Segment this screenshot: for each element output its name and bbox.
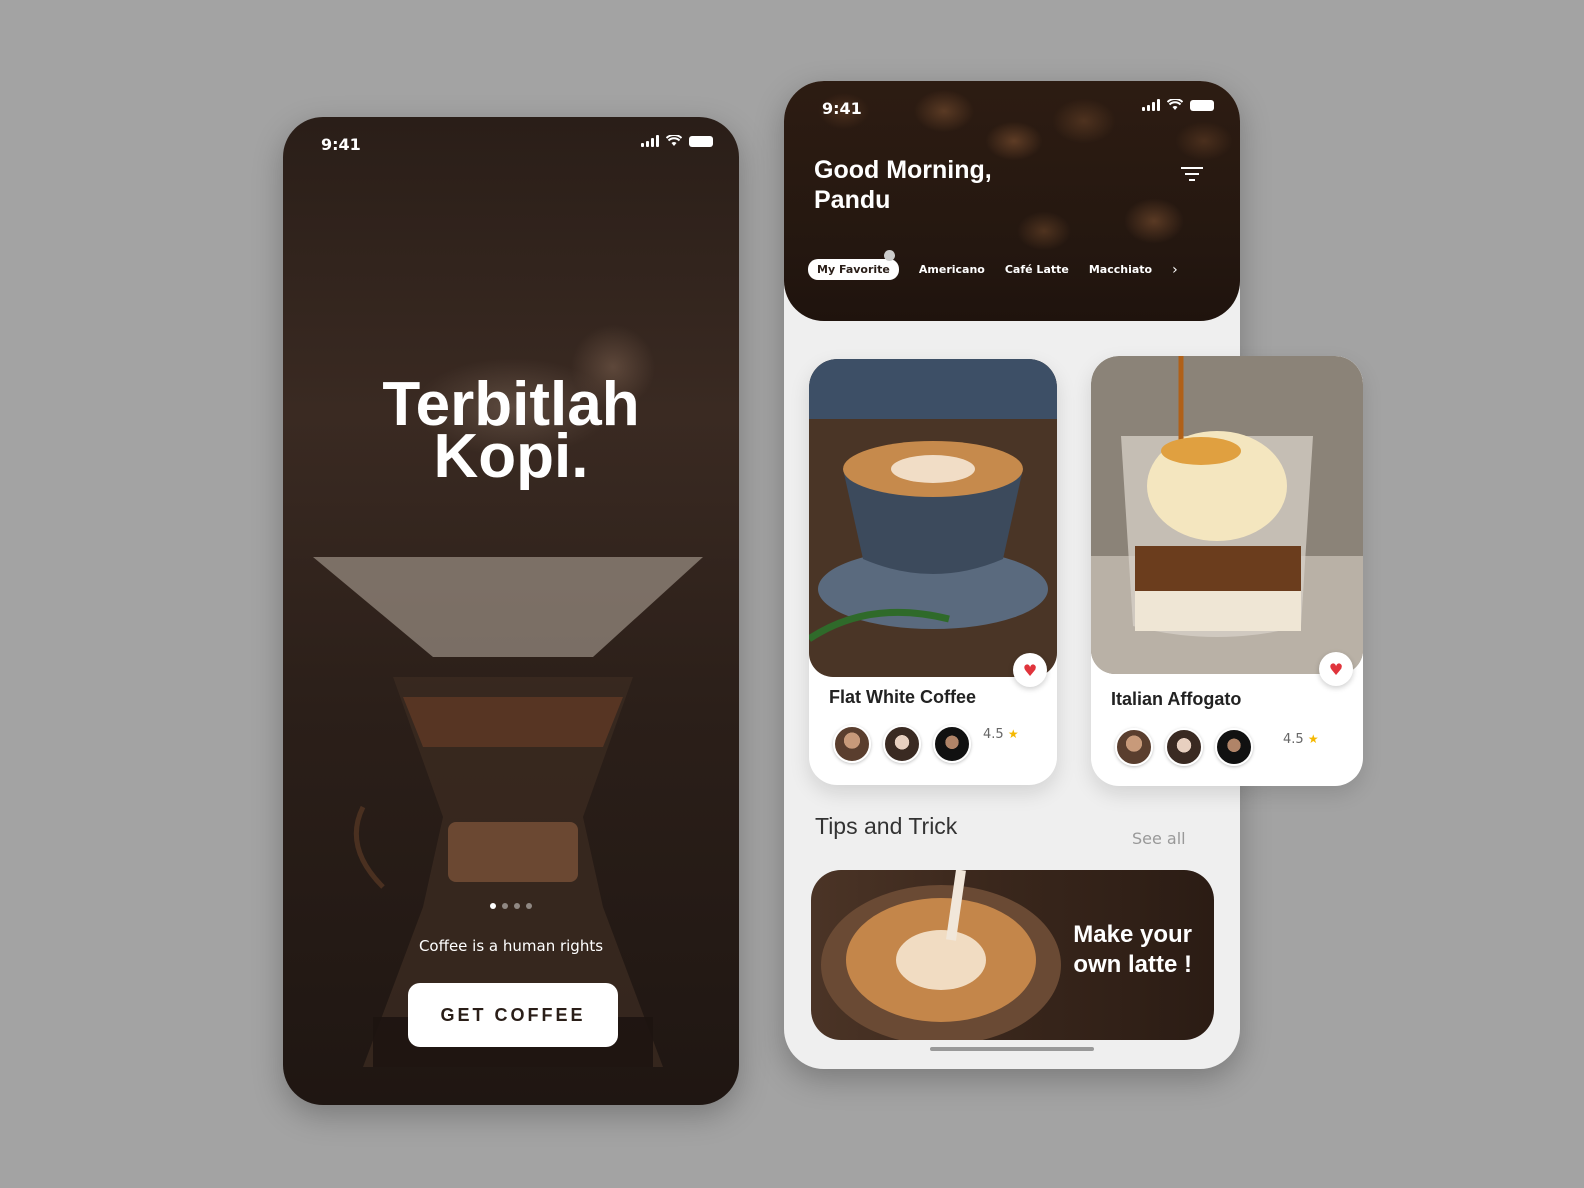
splash-screen: 9:41 Terbitlah Kopi. Coffee is a human r… xyxy=(283,117,739,1105)
signal-icon xyxy=(641,135,659,147)
product-card[interactable]: ♥ Italian Affogato 4.5 ★ xyxy=(1091,356,1363,786)
product-name: Flat White Coffee xyxy=(829,687,976,707)
battery-icon xyxy=(1190,99,1214,111)
tagline: Coffee is a human rights xyxy=(418,937,604,955)
status-icons xyxy=(1142,99,1214,111)
greeting-name: Pandu xyxy=(814,186,891,214)
wifi-icon xyxy=(666,135,682,146)
category-tabs: My Favorite Americano Café Latte Macchia… xyxy=(808,250,1178,280)
status-time: 9:41 xyxy=(321,135,361,154)
tab-macchiato[interactable]: Macchiato xyxy=(1089,263,1152,276)
star-icon: ★ xyxy=(1307,732,1319,746)
home-indicator xyxy=(930,1047,1094,1051)
rating: 4.5 ★ xyxy=(983,727,1019,742)
page-dot[interactable] xyxy=(514,903,520,909)
status-bar: 9:41 xyxy=(283,117,739,173)
home-header: 9:41 Good Morning, Pandu My Favorite Ame… xyxy=(784,81,1240,321)
product-card[interactable]: ♥ Flat White Coffee 4.5 ★ xyxy=(809,359,1057,785)
affogato-image xyxy=(1091,356,1363,674)
status-bar: 9:41 xyxy=(784,81,1240,137)
tab-label: My Favorite xyxy=(817,263,890,276)
tab-cafe-latte[interactable]: Café Latte xyxy=(1005,263,1069,276)
reviewer-avatars xyxy=(833,725,971,763)
chevron-right-icon[interactable]: › xyxy=(1172,262,1178,278)
wifi-icon xyxy=(1167,99,1183,110)
tip-caption-line1: Make your xyxy=(1073,921,1192,948)
rating-value: 4.5 xyxy=(1283,732,1304,747)
tab-badge xyxy=(883,250,895,261)
reviewer-avatars xyxy=(1115,728,1253,766)
avatar xyxy=(1215,728,1253,766)
tips-section-title: Tips and Trick xyxy=(815,813,958,839)
avatar xyxy=(1165,728,1203,766)
latte-art-image xyxy=(821,870,1061,1040)
hero-title: Terbitlah Kopi. xyxy=(283,374,739,491)
rating-value: 4.5 xyxy=(983,727,1004,742)
avatar xyxy=(883,725,921,763)
page-dot[interactable] xyxy=(526,903,532,909)
see-all-link[interactable]: See all xyxy=(1132,829,1186,848)
heart-icon[interactable]: ♥ xyxy=(1319,652,1353,686)
avatar xyxy=(1115,728,1153,766)
tip-caption: Make your own latte ! xyxy=(1073,920,1192,980)
status-icons xyxy=(641,135,713,147)
get-coffee-button[interactable]: GET COFFEE xyxy=(408,983,618,1047)
pagination-dots xyxy=(283,903,739,909)
hero-title-line2: Kopi. xyxy=(433,422,589,491)
star-icon: ★ xyxy=(1007,727,1019,741)
greeting: Good Morning, Pandu xyxy=(814,155,992,215)
status-time: 9:41 xyxy=(822,99,862,118)
greeting-line1: Good Morning, xyxy=(814,156,992,184)
flat-white-image xyxy=(809,359,1057,677)
page-dot[interactable] xyxy=(502,903,508,909)
battery-icon xyxy=(689,135,713,147)
tab-my-favorite[interactable]: My Favorite xyxy=(808,250,899,280)
tip-caption-line2: own latte ! xyxy=(1073,951,1192,978)
tab-americano[interactable]: Americano xyxy=(919,263,985,276)
filter-icon[interactable] xyxy=(1180,165,1204,185)
tip-card[interactable]: Make your own latte ! xyxy=(811,870,1214,1040)
product-name: Italian Affogato xyxy=(1111,689,1242,709)
rating: 4.5 ★ xyxy=(1283,732,1319,747)
heart-icon[interactable]: ♥ xyxy=(1013,653,1047,687)
signal-icon xyxy=(1142,99,1160,111)
avatar xyxy=(833,725,871,763)
avatar xyxy=(933,725,971,763)
page-dot[interactable] xyxy=(490,903,496,909)
